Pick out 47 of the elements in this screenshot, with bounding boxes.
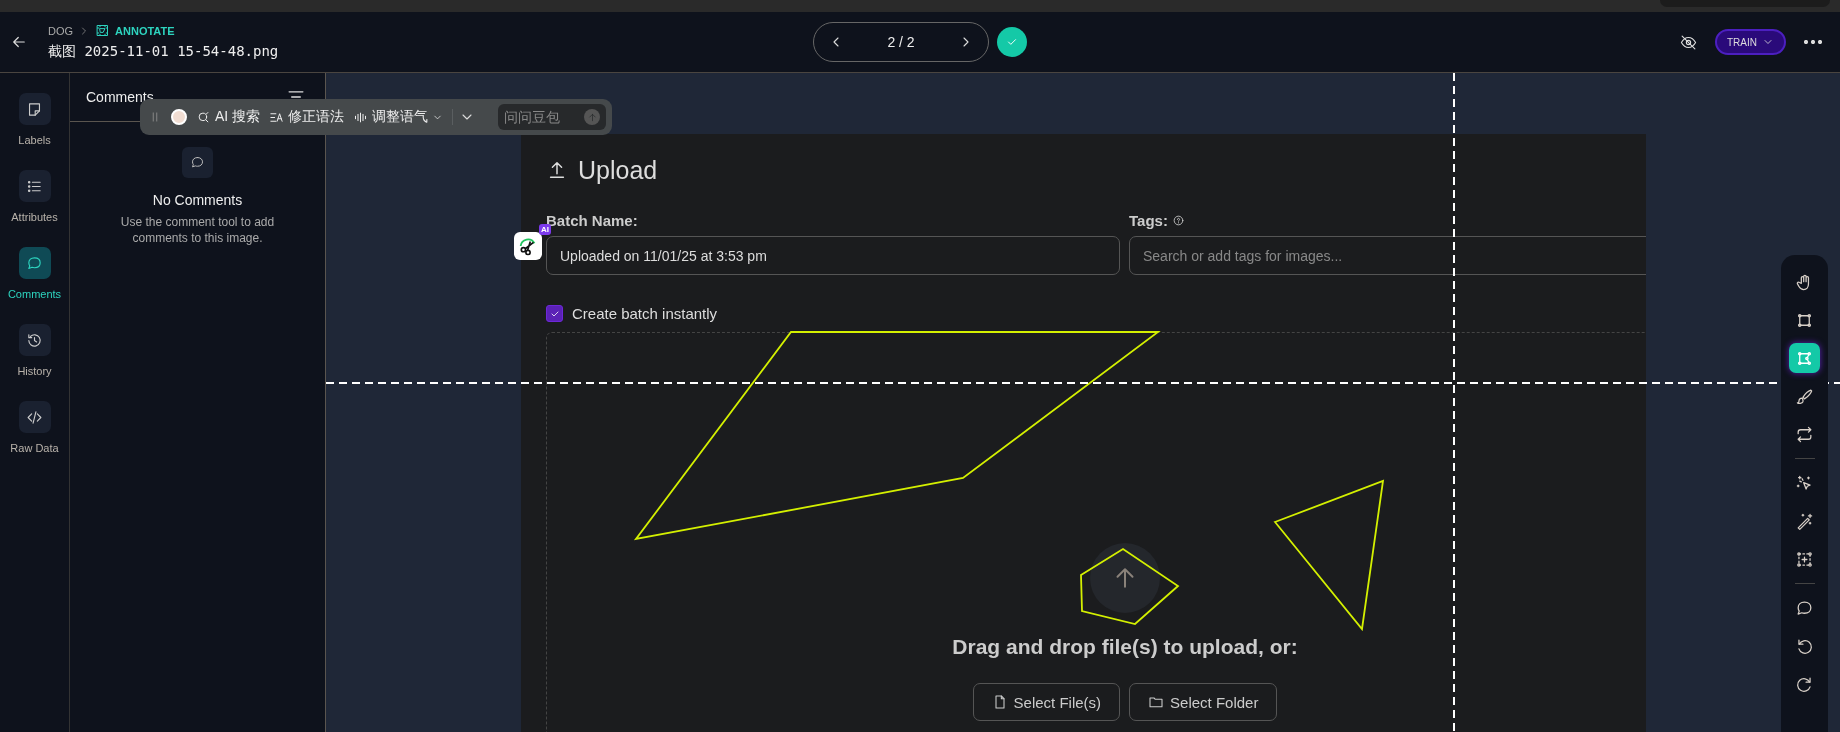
more-icon [1804, 40, 1822, 44]
train-button[interactable]: TRAIN [1715, 29, 1786, 55]
help-icon [1171, 214, 1185, 227]
sidebar-item[interactable]: Labels [0, 93, 69, 146]
breadcrumb-link[interactable]: DOG [48, 24, 74, 37]
note-icon [26, 100, 43, 118]
sidebar-item[interactable]: History [0, 324, 69, 377]
checkbox-label: Create batch instantly [572, 305, 718, 322]
code-icon [26, 408, 43, 426]
polygon-tool[interactable] [1789, 343, 1820, 373]
empty-title: No Comments [152, 192, 243, 208]
batch-name-field[interactable]: Uploaded on 11/01/25 at 3:53 pm [546, 236, 1120, 275]
magic-wand-icon [1795, 511, 1814, 531]
speech-bubble-icon [190, 155, 205, 170]
search-icon [196, 109, 211, 125]
field-label: Tags: [1129, 212, 1168, 229]
scissors-button[interactable] [514, 232, 542, 260]
history-icon [26, 331, 43, 349]
sidebar-item[interactable]: Raw Data [0, 401, 69, 454]
sound-wave-icon [353, 109, 369, 125]
approve-button[interactable] [997, 27, 1027, 57]
breadcrumb-current: ANNOTATE [115, 24, 175, 37]
select-files-button[interactable]: Select File(s) [972, 683, 1121, 721]
arrow-up-icon [586, 111, 598, 123]
arrows-icon [1795, 424, 1814, 444]
frame-icon [95, 23, 111, 38]
toolbar-action[interactable]: 调整语气 [353, 108, 444, 126]
tags-field[interactable]: Search or add tags for images... [1129, 236, 1646, 275]
file-name: 截图 2025-11-01 15-54-48.png [48, 43, 279, 61]
sparkle-cursor-icon [1795, 473, 1814, 493]
toolbar-action[interactable]: AI 搜索 [196, 108, 261, 126]
ask-field[interactable]: 问问豆包 [498, 104, 606, 130]
folder-icon [1148, 694, 1165, 710]
sidebar-item[interactable]: Comments [0, 247, 69, 300]
avatar[interactable] [171, 109, 187, 125]
sparkle-box-icon [1795, 549, 1814, 569]
upload-title: Upload [578, 155, 658, 185]
toolbar-action[interactable]: 修正语法 [269, 108, 345, 126]
sidebar-item[interactable]: Attributes [0, 170, 69, 223]
checkbox[interactable] [546, 305, 563, 322]
page-counter: 2 / 2 [887, 34, 915, 50]
empty-description: Use the comment tool to add comments to this image. [119, 214, 276, 246]
eye-off-icon [1679, 33, 1697, 51]
drop-instructions: Drag and drop file(s) to upload, or: [952, 635, 1298, 659]
select-folder-button[interactable]: Select Folder [1129, 683, 1278, 721]
speech-bubble-icon [26, 254, 43, 272]
ai-badge: AI [539, 224, 551, 235]
